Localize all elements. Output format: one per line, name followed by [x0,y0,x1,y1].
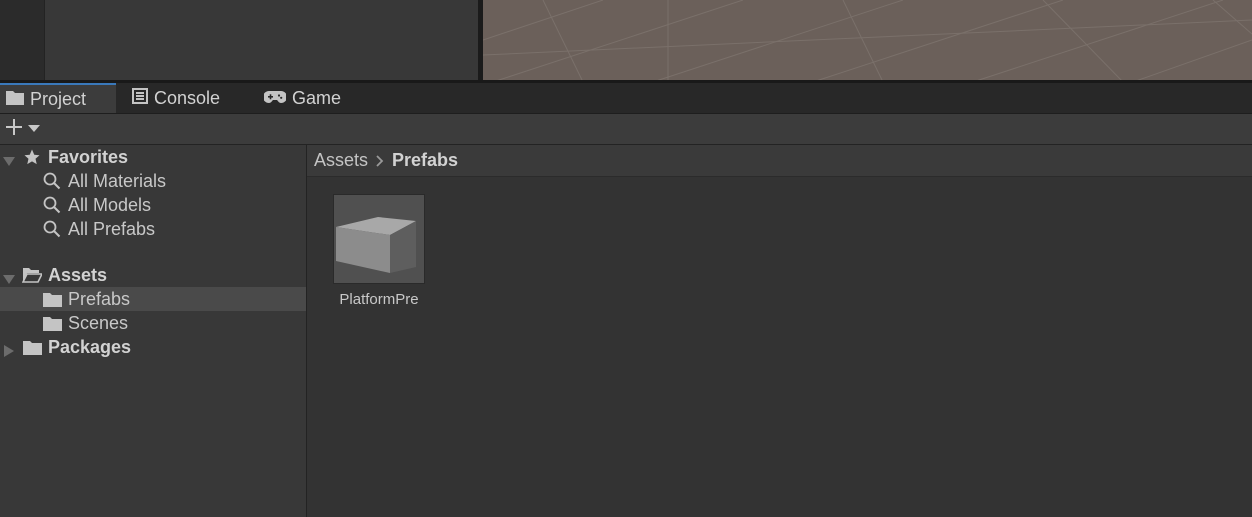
tree-label: Scenes [68,312,129,333]
search-icon [42,219,62,239]
tree-label: Favorites [48,146,129,167]
folder-open-icon [22,265,42,285]
tree-label: Packages [48,336,132,357]
asset-name[interactable]: PlatformPre [327,291,431,308]
gamepad-icon [263,88,287,109]
asset-browser: Assets Prefabs PlatformPre [307,145,1252,517]
tree-item-packages[interactable]: Packages [0,335,306,359]
star-icon [22,147,42,167]
tree-item-all-models[interactable]: All Models [0,193,306,217]
breadcrumb-assets[interactable]: Assets [314,150,368,171]
tree-label: All Materials [68,170,167,191]
tree-label: All Models [68,194,152,215]
search-icon [42,195,62,215]
prefab-cube-icon [334,217,424,287]
project-toolbar [0,114,1252,145]
collapse-arrow-icon[interactable] [3,341,15,357]
plus-icon [4,117,24,142]
tab-game-label: Game [292,87,342,108]
left-dock-strip [0,0,44,82]
tab-game[interactable]: Game [263,83,342,113]
tree-item-assets[interactable]: Assets [0,263,306,287]
tree-item-all-materials[interactable]: All Materials [0,169,306,193]
tree-item-favorites[interactable]: Favorites [0,145,306,169]
expand-arrow-icon[interactable] [3,269,15,284]
folder-icon [42,289,62,309]
tree-label: Prefabs [68,288,131,309]
folder-icon [6,89,24,110]
chevron-right-icon [376,154,384,167]
search-icon [42,171,62,191]
folder-icon [22,337,42,357]
hierarchy-panel [44,0,479,82]
tree-label: Assets [48,264,108,285]
tree-item-prefabs[interactable]: Prefabs [0,287,306,311]
tree-item-scenes[interactable]: Scenes [0,311,306,335]
asset-thumbnail[interactable] [333,194,425,284]
tree-label: All Prefabs [68,218,156,239]
tab-console[interactable]: Console [132,83,220,113]
breadcrumb: Assets Prefabs [307,145,1252,177]
console-icon [132,87,148,109]
tree-item-all-prefabs[interactable]: All Prefabs [0,217,306,241]
chevron-down-icon [28,120,40,138]
breadcrumb-prefabs[interactable]: Prefabs [392,150,458,171]
tab-bar: Project Console Game [0,83,1252,114]
folder-icon [42,313,62,333]
scene-grid [483,0,1252,82]
expand-arrow-icon[interactable] [3,151,15,166]
tab-project[interactable]: Project [0,83,116,113]
project-tree: Favorites All Materials All Models All P… [0,145,307,517]
scene-view[interactable] [483,0,1252,82]
create-button[interactable] [4,118,44,140]
tab-console-label: Console [154,87,221,108]
tab-project-label: Project [30,88,87,109]
